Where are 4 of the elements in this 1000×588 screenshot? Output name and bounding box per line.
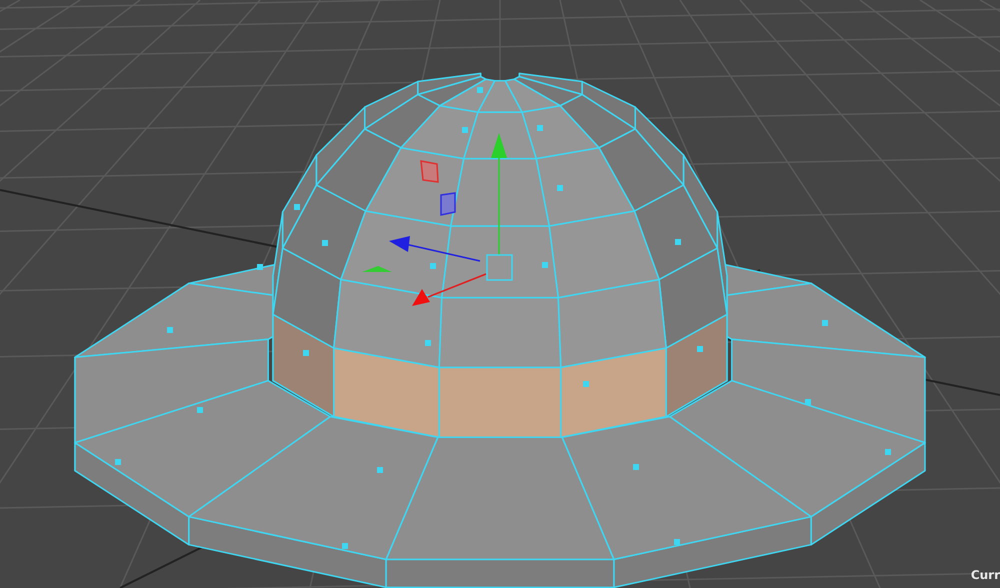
move-manipulator-icon[interactable]	[362, 133, 513, 306]
viewport-label: Curr	[970, 568, 1000, 582]
3d-viewport[interactable]: Curr	[0, 0, 1000, 588]
hat-mesh-drawing[interactable]	[74, 72, 926, 588]
